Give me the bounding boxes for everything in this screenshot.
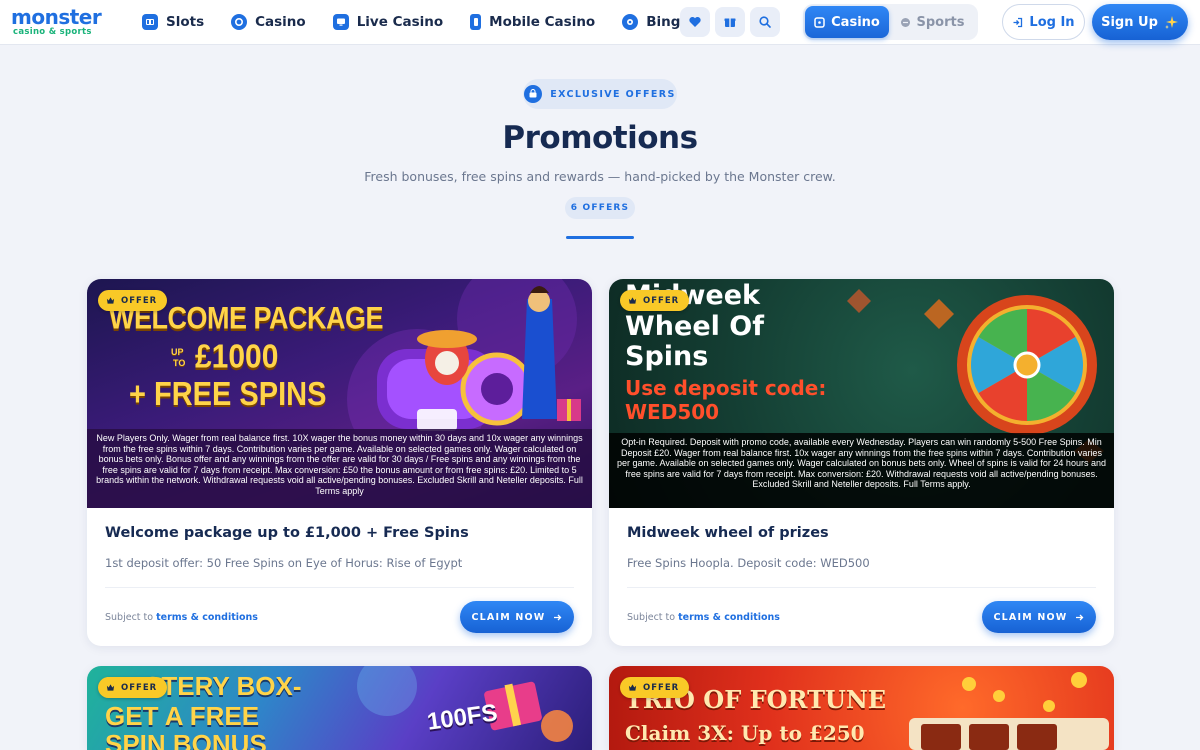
top-header: monster casino & sports Slots Casino Liv… [0, 0, 1200, 44]
nav-item-slots[interactable]: Slots [142, 0, 204, 44]
login-button[interactable]: Log In [1002, 4, 1085, 40]
sparkle-icon [1164, 15, 1178, 29]
nav-label: Live Casino [356, 14, 444, 30]
terms-link[interactable]: terms & conditions [678, 612, 780, 623]
promo-banner-midweek[interactable]: OFFER Midweek Wheel Of Spins Use deposit… [609, 279, 1114, 508]
promo-card-body: Midweek wheel of prizes Free Spins Hoopl… [609, 525, 1114, 646]
terms-link[interactable]: terms & conditions [156, 612, 258, 623]
terms-prefix: Subject to [105, 611, 154, 623]
gift-icon [724, 18, 736, 27]
banner-subline: + FREE SPINS [129, 376, 327, 413]
promo-card-mystery-box: OFFER MYSTERY BOX- GET A FREE SPIN BONUS… [87, 666, 592, 750]
banner-line-3: SPIN BONUS [105, 729, 267, 750]
arrow-right-icon [1076, 614, 1084, 620]
main-nav: Slots Casino Live Casino Mobile Casino B… [142, 0, 717, 44]
crown-icon [628, 297, 637, 304]
terms-note: Subject to terms & conditions [105, 612, 258, 623]
nav-label: Slots [166, 14, 205, 30]
banner-code-label: Use deposit code: [625, 376, 827, 400]
toggle-sports[interactable]: Sports [889, 6, 975, 38]
banner-fine-print: New Players Only. Wager from real balanc… [96, 433, 583, 496]
mobile-icon [470, 14, 482, 30]
promo-card-welcome: OFFER WELCOME PACKAGE UP TO £1000 + FREE… [87, 279, 592, 646]
page-title: Promotions [502, 120, 698, 156]
toggle-casino[interactable]: Casino [805, 6, 889, 38]
promo-banner-welcome[interactable]: OFFER WELCOME PACKAGE UP TO £1000 + FREE… [87, 279, 592, 508]
nav-item-mobile-casino[interactable]: Mobile Casino [470, 0, 595, 44]
banner-fine-print: Opt-in Required. Deposit with promo code… [617, 437, 1106, 489]
signup-label: Sign Up [1101, 14, 1158, 30]
nav-item-casino[interactable]: Casino [231, 0, 306, 44]
login-arrow-icon [1013, 17, 1023, 27]
terms-note: Subject to terms & conditions [627, 612, 780, 623]
offer-tag: OFFER [98, 290, 168, 311]
gifts-button[interactable] [715, 7, 745, 37]
offer-tag-label: OFFER [121, 295, 158, 306]
exclusive-offers-badge: EXCLUSIVE OFFERS [523, 79, 677, 109]
claim-label: CLAIM NOW [471, 611, 546, 623]
signup-button[interactable]: Sign Up [1092, 4, 1188, 40]
banner-line-2: Claim 3X: Up to £250 [625, 721, 865, 745]
casino-grid-icon [814, 16, 825, 28]
casino-chip-icon [231, 14, 248, 30]
toggle-casino-label: Casino [831, 14, 880, 30]
promo-card-body: Welcome package up to £1,000 + Free Spin… [87, 525, 592, 646]
claim-now-button[interactable]: CLAIM NOW [982, 601, 1096, 633]
offer-tag-label: OFFER [643, 682, 680, 693]
offer-tag: OFFER [620, 290, 690, 311]
offer-tag-label: OFFER [121, 682, 158, 693]
casino-sports-toggle: Casino Sports [803, 4, 978, 40]
search-icon [759, 16, 771, 28]
promo-description: 1st deposit offer: 50 Free Spins on Eye … [105, 556, 463, 570]
crown-icon [106, 297, 115, 304]
promo-description: Free Spins Hoopla. Deposit code: WED500 [627, 556, 870, 570]
heart-icon [689, 16, 701, 27]
promo-card-trio-of-fortune: OFFER TRIO OF FORTUNE Claim 3X: Up to £2… [609, 666, 1114, 750]
banner-code: WED500 [625, 400, 720, 424]
logo-tagline: casino & sports [13, 27, 92, 37]
nav-label: Casino [255, 14, 306, 30]
title-underline [566, 236, 634, 239]
promo-card-footer: Subject to terms & conditions CLAIM NOW [627, 588, 1096, 646]
sports-ball-icon [900, 17, 910, 27]
banner-line-2: GET A FREE [105, 701, 260, 731]
brand-logo[interactable]: monster casino & sports [11, 5, 111, 39]
logo-wordmark: monster [11, 5, 102, 29]
nav-label: Mobile Casino [489, 14, 596, 30]
promo-banner-mystery-box[interactable]: OFFER MYSTERY BOX- GET A FREE SPIN BONUS… [87, 666, 592, 750]
favorites-button[interactable] [680, 7, 710, 37]
search-button[interactable] [750, 7, 780, 37]
login-label: Log In [1029, 14, 1075, 30]
claim-label: CLAIM NOW [993, 611, 1068, 623]
offers-basket-icon [524, 85, 543, 103]
crown-icon [106, 684, 115, 691]
eyebrow-label: EXCLUSIVE OFFERS [550, 88, 676, 100]
offer-tag: OFFER [620, 677, 690, 698]
arrow-right-icon [554, 614, 562, 620]
promo-title[interactable]: Welcome package up to £1,000 + Free Spin… [105, 525, 574, 541]
banner-line-wheel-of: Wheel Of [625, 311, 764, 342]
banner-line-spins: Spins [625, 341, 709, 372]
page-subtitle: Fresh bonuses, free spins and rewards — … [364, 169, 836, 184]
banner-to-word: TO [173, 358, 186, 368]
crown-icon [628, 684, 637, 691]
promo-title[interactable]: Midweek wheel of prizes [627, 525, 1096, 541]
offer-tag-label: OFFER [643, 295, 680, 306]
slots-icon [142, 14, 158, 30]
banner-amount: £1000 [195, 339, 279, 376]
banner-up-word: UP [171, 347, 184, 357]
toggle-sports-label: Sports [916, 14, 965, 30]
live-casino-monitor-icon [332, 14, 349, 30]
terms-prefix: Subject to [627, 611, 676, 623]
offers-count-badge: 6 OFFERS [565, 197, 635, 219]
promo-card-midweek: OFFER Midweek Wheel Of Spins Use deposit… [609, 279, 1114, 646]
bingo-ball-icon [622, 14, 639, 30]
promo-card-footer: Subject to terms & conditions CLAIM NOW [105, 588, 574, 646]
claim-now-button[interactable]: CLAIM NOW [460, 601, 574, 633]
nav-item-live-casino[interactable]: Live Casino [332, 0, 444, 44]
offer-tag: OFFER [98, 677, 168, 698]
promo-banner-trio-of-fortune[interactable]: OFFER TRIO OF FORTUNE Claim 3X: Up to £2… [609, 666, 1114, 750]
